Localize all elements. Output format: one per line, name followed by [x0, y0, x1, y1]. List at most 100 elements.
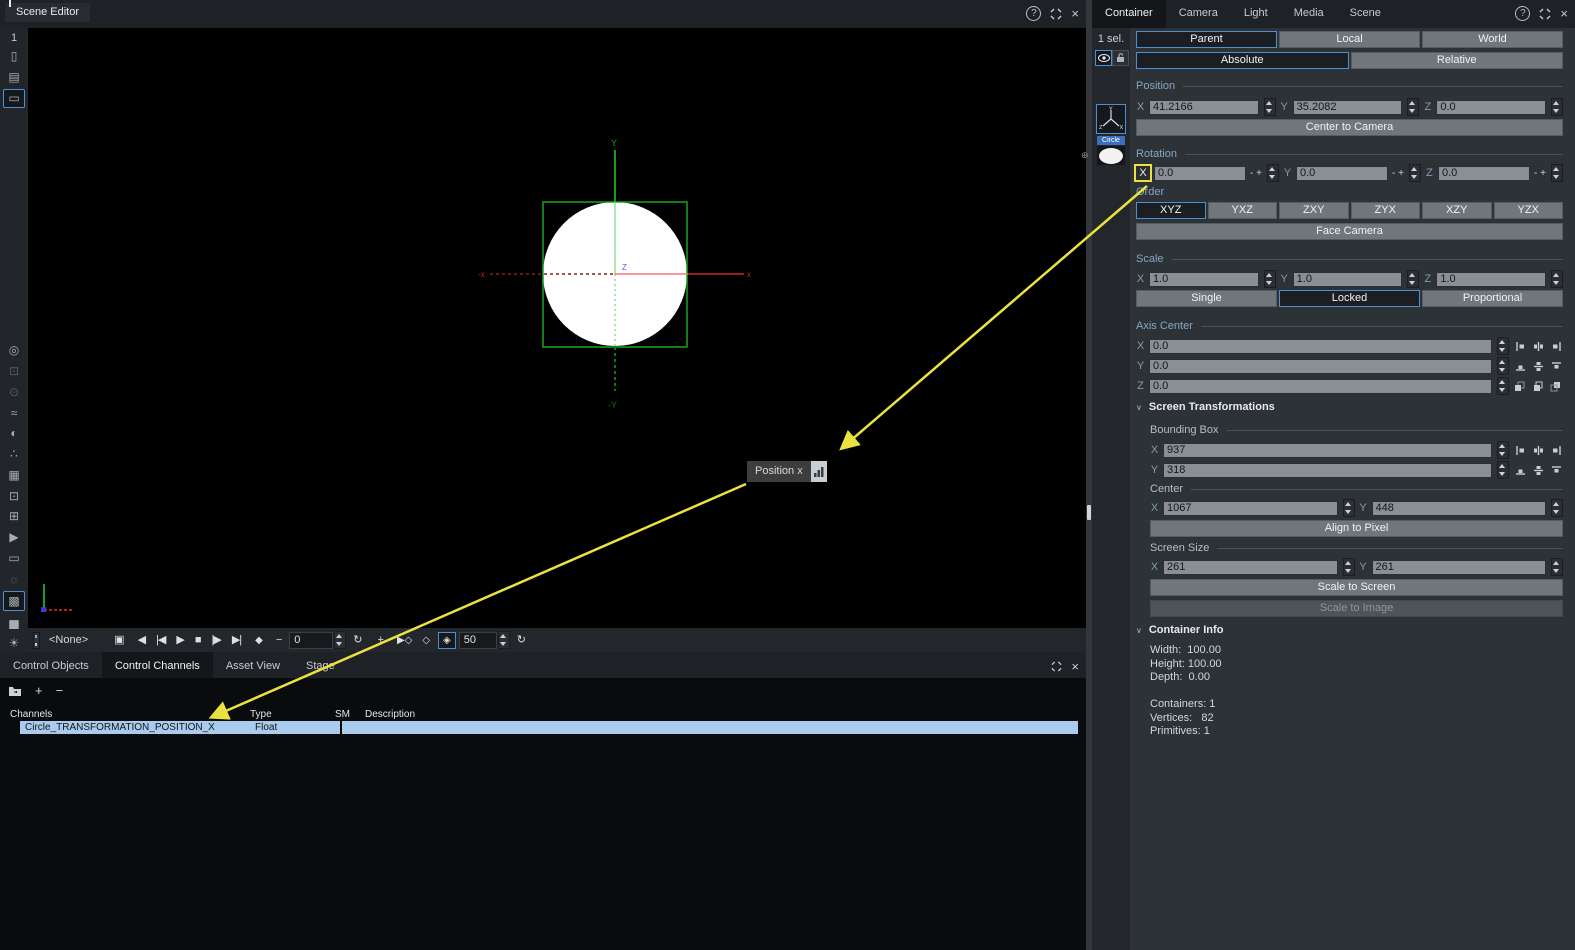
order-zyx-button[interactable]: ZYX [1351, 202, 1421, 219]
go-to-start-button[interactable]: |◀ [156, 635, 165, 646]
tab-control-objects[interactable]: Control Objects [0, 652, 102, 678]
brightness-icon[interactable]: ☀ [4, 634, 24, 652]
scale-y-spinner[interactable] [1407, 270, 1419, 288]
bbox-x-field[interactable] [1163, 443, 1492, 458]
tab-control-channels[interactable]: Control Channels [102, 652, 213, 678]
axis-center-z-field[interactable] [1149, 379, 1492, 394]
rotation-x-spinner[interactable] [1267, 164, 1279, 182]
rotation-x-nudge[interactable]: - + [1250, 168, 1262, 179]
screen-size-x-field[interactable] [1163, 560, 1338, 575]
rotation-z-field[interactable] [1438, 166, 1530, 181]
rectangle-icon[interactable]: ▭ [4, 549, 24, 567]
expand2-icon[interactable] [1539, 8, 1551, 20]
rotation-x-field[interactable] [1154, 166, 1246, 181]
bbox-y-field[interactable] [1163, 463, 1492, 478]
light-pin-icon[interactable]: ⊙ [4, 383, 24, 401]
tab-camera[interactable]: Camera [1166, 0, 1231, 28]
object-thumbnail[interactable] [1097, 146, 1125, 165]
curves-icon[interactable]: ≈ [4, 404, 24, 422]
snapshot-icon[interactable]: ▣ [114, 635, 123, 646]
tab-container[interactable]: Container [1092, 0, 1166, 28]
scale-locked-button[interactable]: Locked [1279, 290, 1420, 307]
axis-center-y-spinner[interactable] [1497, 357, 1509, 375]
mode-relative-button[interactable]: Relative [1351, 52, 1564, 69]
close2-icon[interactable]: × [1560, 7, 1568, 20]
position-y-field[interactable] [1293, 100, 1403, 115]
center-y-spinner[interactable] [1551, 499, 1563, 517]
play-button[interactable]: ▶ [176, 635, 183, 646]
align-top-icon[interactable] [1549, 360, 1563, 373]
order-yzx-button[interactable]: YZX [1494, 202, 1564, 219]
bounds-icon[interactable]: ⊡ [4, 487, 24, 505]
depth-back-icon[interactable] [1549, 380, 1563, 393]
order-xzy-button[interactable]: XZY [1422, 202, 1492, 219]
rotation-y-nudge[interactable]: - + [1392, 168, 1404, 179]
depth-center-icon[interactable] [1531, 380, 1545, 393]
bbox-y-spinner[interactable] [1497, 461, 1509, 479]
center-x-field[interactable] [1163, 501, 1338, 516]
face-camera-button[interactable]: Face Camera [1136, 223, 1563, 240]
position-y-spinner[interactable] [1407, 98, 1419, 116]
align-to-pixel-button[interactable]: Align to Pixel [1150, 520, 1563, 537]
keyframe-list-icon[interactable]: ▦ [4, 466, 24, 484]
align-right-icon[interactable] [1549, 340, 1563, 353]
monitor-view-icon[interactable]: ▭ [3, 89, 25, 109]
stop-button[interactable]: ■ [195, 635, 201, 646]
center-to-camera-button[interactable]: Center to Camera [1136, 119, 1563, 136]
scale-single-button[interactable]: Single [1136, 290, 1277, 307]
help2-icon[interactable]: ? [1515, 6, 1530, 21]
rotation-y-field[interactable] [1296, 166, 1388, 181]
bulb-icon[interactable]: ☼ [4, 570, 24, 588]
screen-size-y-spinner[interactable] [1551, 558, 1563, 576]
axis-center-z-spinner[interactable] [1497, 377, 1509, 395]
image-preview-icon[interactable]: ▤ [4, 68, 24, 86]
order-yxz-button[interactable]: YXZ [1208, 202, 1278, 219]
channel-row[interactable]: Circle_TRANSFORMATION_POSITION_X Float [20, 721, 1078, 734]
visibility-eye-icon[interactable] [1095, 50, 1112, 66]
position-z-spinner[interactable] [1551, 98, 1563, 116]
clip-selector[interactable]: <None> [49, 634, 88, 646]
keyframe-range-icon[interactable]: ◈ [438, 632, 456, 649]
camera-icon[interactable]: ⊡ [4, 362, 24, 380]
axis-widget-icon[interactable]: Y Z X [1096, 104, 1126, 134]
go-to-end-button[interactable]: ▶| [232, 635, 241, 646]
bbox-align-top-icon[interactable] [1549, 464, 1563, 477]
scene-editor-tab[interactable]: Scene Editor [5, 3, 90, 22]
space-parent-button[interactable]: Parent [1136, 31, 1277, 48]
contrast-icon[interactable]: ◐ [4, 424, 24, 442]
bbox-align-right-icon[interactable] [1549, 444, 1563, 457]
play-backward-button[interactable]: ◀ [138, 635, 145, 646]
position-x-field[interactable] [1149, 100, 1259, 115]
chart-icon[interactable]: ▅ [4, 614, 24, 632]
new-folder-icon[interactable] [8, 685, 22, 697]
keyframe-value-field[interactable] [459, 632, 497, 649]
remove-channel-icon[interactable]: − [56, 684, 64, 697]
tab-light[interactable]: Light [1231, 0, 1281, 28]
bbox-x-spinner[interactable] [1497, 441, 1509, 459]
center-x-spinner[interactable] [1343, 499, 1355, 517]
sm-checkbox[interactable] [340, 721, 342, 734]
bbox-align-center-h-icon[interactable] [1531, 444, 1545, 457]
grid-icon[interactable]: ▩ [3, 591, 25, 611]
screen-transformations-header[interactable]: ∨ Screen Transformations [1136, 401, 1563, 413]
tab-stage[interactable]: Stage [293, 652, 348, 678]
scale-z-spinner[interactable] [1551, 270, 1563, 288]
scale-x-spinner[interactable] [1264, 270, 1276, 288]
frame-spinner[interactable] [334, 631, 346, 649]
scale-x-field[interactable] [1149, 272, 1259, 287]
rotation-z-spinner[interactable] [1551, 164, 1563, 182]
mode-absolute-button[interactable]: Absolute [1136, 52, 1349, 69]
axis-center-x-field[interactable] [1149, 339, 1492, 354]
scale-to-screen-button[interactable]: Scale to Screen [1150, 579, 1563, 596]
position-x-spinner[interactable] [1264, 98, 1276, 116]
axis-center-y-field[interactable] [1149, 359, 1492, 374]
column-description[interactable]: Description [365, 709, 1086, 720]
space-local-button[interactable]: Local [1279, 31, 1420, 48]
align-center-h-icon[interactable] [1531, 340, 1545, 353]
next-keyframe-icon[interactable]: ▶◇ [397, 635, 412, 646]
bbox-align-left-icon[interactable] [1513, 444, 1527, 457]
order-xyz-button[interactable]: XYZ [1136, 202, 1206, 219]
decrement-button[interactable]: − [276, 635, 281, 646]
scene-viewport[interactable]: Y -Y -x x Z [28, 28, 1086, 628]
order-zxy-button[interactable]: ZXY [1279, 202, 1349, 219]
